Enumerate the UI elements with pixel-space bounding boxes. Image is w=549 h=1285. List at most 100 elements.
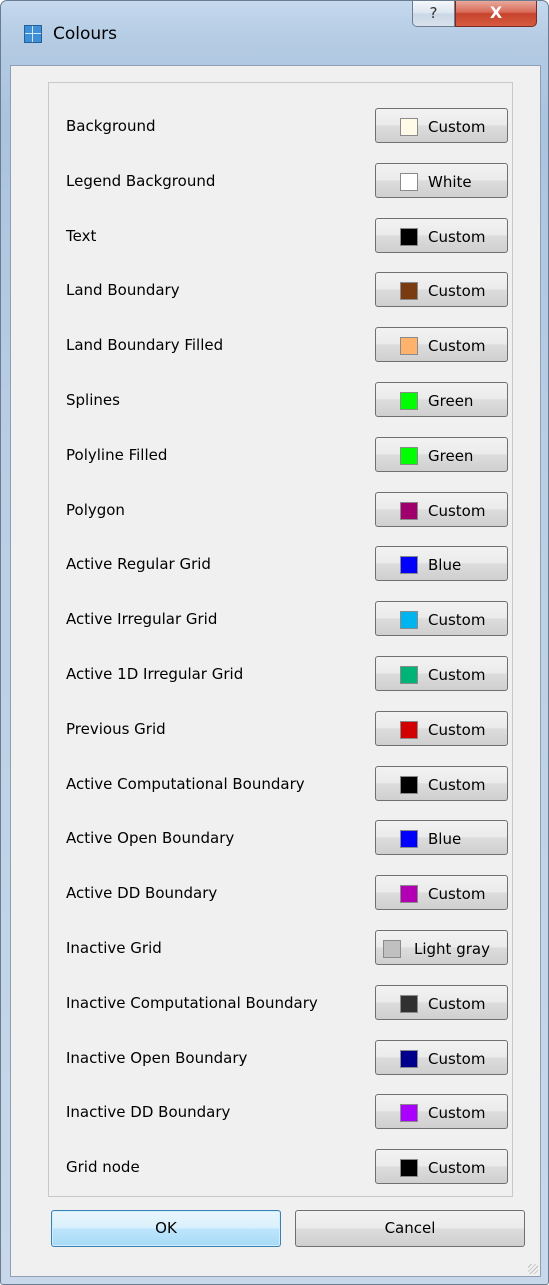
colour-picker-button[interactable]: Green [375,437,508,472]
colour-button-label: White [428,173,472,191]
colours-dialog: Colours ? X Background Custom Legend Backg… [0,0,549,1285]
colour-picker-button[interactable]: Custom [375,875,508,910]
colour-row: Active Computational Boundary Custom [49,766,512,803]
colour-row-label: Active DD Boundary [66,884,218,902]
colour-button-label: Blue [428,830,462,848]
colour-swatch-icon [400,1159,418,1177]
colour-button-label: Green [428,392,474,410]
colour-picker-button[interactable]: Custom [375,108,508,143]
colour-swatch-icon [400,118,418,136]
colour-swatch-icon [400,995,418,1013]
colour-button-label: Custom [428,337,486,355]
colour-button-label: Light gray [414,940,490,958]
colour-swatch-icon [400,337,418,355]
colour-swatch-icon [400,447,418,465]
colour-button-label: Custom [428,611,486,629]
colour-picker-button[interactable]: Green [375,382,508,417]
colour-row-label: Land Boundary [66,281,180,299]
colour-swatch-icon [400,1050,418,1068]
colour-picker-button[interactable]: Custom [375,601,508,636]
colour-row: Inactive Open Boundary Custom [49,1040,512,1077]
colour-picker-button[interactable]: Custom [375,327,508,362]
cancel-button[interactable]: Cancel [295,1210,525,1247]
colour-picker-button[interactable]: Custom [375,1094,508,1129]
colour-picker-button[interactable]: Custom [375,766,508,801]
colour-row: Polyline Filled Green [49,437,512,474]
colour-row-label: Active Irregular Grid [66,610,218,628]
colour-button-label: Custom [428,502,486,520]
colour-row: Active Regular Grid Blue [49,546,512,583]
colour-row-label: Polygon [66,501,125,519]
colour-row: Active Open Boundary Blue [49,820,512,857]
colour-picker-button[interactable]: Light gray [375,930,508,965]
colour-swatch-icon [400,666,418,684]
colour-row: Splines Green [49,382,512,419]
help-button[interactable]: ? [412,1,455,27]
colour-swatch-icon [400,556,418,574]
colour-row-label: Legend Background [66,172,216,190]
colour-row-label: Grid node [66,1158,140,1176]
colour-row-label: Splines [66,391,120,409]
colour-button-label: Blue [428,556,462,574]
colour-picker-button[interactable]: White [375,163,508,198]
colour-picker-button[interactable]: Custom [375,218,508,253]
colour-picker-button[interactable]: Blue [375,546,508,581]
colour-swatch-icon [400,1104,418,1122]
colour-picker-button[interactable]: Custom [375,656,508,691]
title-bar[interactable]: Colours ? X [1,1,548,65]
colour-row: Polygon Custom [49,492,512,529]
colour-row: Grid node Custom [49,1149,512,1186]
colour-row: Text Custom [49,218,512,255]
colour-settings-group: Background Custom Legend Background White Te… [48,82,513,1197]
dialog-title: Colours [53,24,118,44]
colour-row-label: Active Open Boundary [66,829,235,847]
colour-row-label: Polyline Filled [66,446,168,464]
colour-swatch-icon [400,721,418,739]
colour-row: Legend Background White [49,163,512,200]
colour-picker-button[interactable]: Custom [375,492,508,527]
colour-button-label: Custom [428,1050,486,1068]
dialog-content: Background Custom Legend Background White Te… [10,65,541,1277]
colour-picker-button[interactable]: Custom [375,272,508,307]
resize-grip-icon[interactable] [528,1264,538,1274]
colour-row-label: Active Computational Boundary [66,775,305,793]
ok-button[interactable]: OK [51,1210,281,1247]
colour-row: Inactive Grid Light gray [49,930,512,967]
colour-picker-button[interactable]: Custom [375,1040,508,1075]
colour-row: Active DD Boundary Custom [49,875,512,912]
colour-row: Land Boundary Custom [49,272,512,309]
colour-row-label: Active Regular Grid [66,555,211,573]
colour-row-label: Active 1D Irregular Grid [66,665,244,683]
colour-button-label: Custom [428,885,486,903]
colour-swatch-icon [383,940,401,958]
colour-swatch-icon [400,228,418,246]
colour-row: Inactive Computational Boundary Custom [49,985,512,1022]
colour-row-label: Inactive Computational Boundary [66,994,318,1012]
colour-picker-button[interactable]: Blue [375,820,508,855]
colour-row-label: Text [66,227,97,245]
colour-picker-button[interactable]: Custom [375,985,508,1020]
colour-row-label: Inactive Open Boundary [66,1049,248,1067]
colour-row-label: Land Boundary Filled [66,336,224,354]
colour-button-label: Custom [428,282,486,300]
grid-window-icon [24,25,42,43]
colour-row: Active Irregular Grid Custom [49,601,512,638]
colour-button-label: Custom [428,118,486,136]
colour-button-label: Custom [428,1159,486,1177]
colour-picker-button[interactable]: Custom [375,1149,508,1184]
colour-swatch-icon [400,830,418,848]
colour-row: Land Boundary Filled Custom [49,327,512,364]
close-button[interactable]: X [455,1,537,27]
colour-row: Active 1D Irregular Grid Custom [49,656,512,693]
colour-swatch-icon [400,392,418,410]
colour-swatch-icon [400,282,418,300]
colour-button-label: Custom [428,1104,486,1122]
colour-row: Previous Grid Custom [49,711,512,748]
colour-picker-button[interactable]: Custom [375,711,508,746]
colour-button-label: Custom [428,721,486,739]
colour-row-label: Inactive DD Boundary [66,1103,231,1121]
colour-swatch-icon [400,502,418,520]
colour-row: Background Custom [49,108,512,145]
colour-button-label: Custom [428,995,486,1013]
colour-swatch-icon [400,173,418,191]
